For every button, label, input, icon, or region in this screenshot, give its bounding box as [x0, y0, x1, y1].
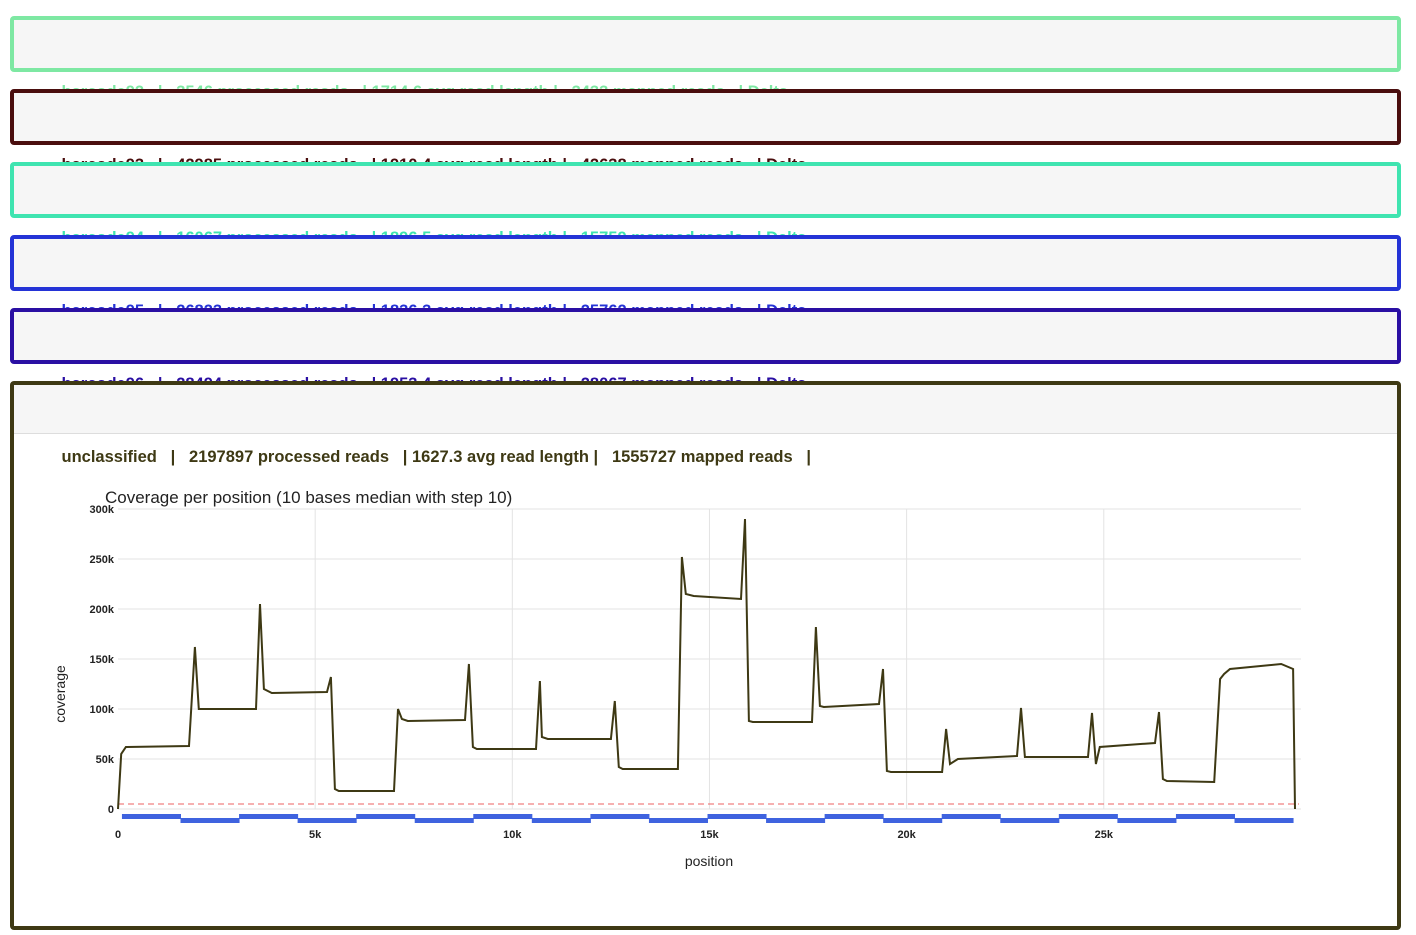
panel-header-text: barcode93 | 42985 processed reads | 1910… [34, 93, 807, 174]
x-tick-label: 0 [115, 829, 121, 841]
barcode-panel[interactable]: barcode94 | 16067 processed reads | 1896… [10, 162, 1401, 247]
y-axis-ticks: 0 50k 100k 150k 200k 250k 300k [90, 504, 115, 816]
barcode-panel[interactable]: barcode92 | 3546 processed reads | 1714.… [10, 16, 1401, 101]
amplicon-block[interactable] [297, 818, 357, 823]
x-axis-ticks: 0 5k 10k 15k 20k 25k [115, 829, 1114, 841]
coverage-chart-container: Coverage per position (10 bases median w… [14, 434, 1397, 929]
panel-header[interactable]: barcode93 | 42985 processed reads | 1910… [14, 93, 1397, 174]
amplicon-block[interactable] [414, 818, 474, 823]
panel-header-text: barcode96 | 28494 processed reads | 1953… [34, 312, 807, 393]
amplicon-block[interactable] [1117, 818, 1177, 823]
barcode-panel[interactable]: barcode95 | 26823 processed reads | 1836… [10, 235, 1401, 320]
amplicon-block[interactable] [1175, 814, 1236, 819]
barcode-panel[interactable]: barcode96 | 28494 processed reads | 1953… [10, 308, 1401, 393]
panel-header[interactable]: barcode95 | 26823 processed reads | 1836… [14, 239, 1397, 320]
coverage-chart[interactable]: Coverage per position (10 bases median w… [14, 434, 1397, 924]
amplicon-block[interactable] [648, 818, 708, 823]
coverage-line[interactable] [117, 518, 1296, 810]
amplicon-block[interactable] [1000, 818, 1060, 823]
amplicon-block[interactable] [239, 814, 299, 819]
unclassified-panel[interactable]: unclassified | 2197897 processed reads |… [10, 381, 1401, 930]
y-tick-label: 250k [90, 554, 115, 566]
panel-header[interactable]: unclassified | 2197897 processed reads |… [14, 385, 1397, 466]
panel-header-text: barcode94 | 16067 processed reads | 1896… [34, 166, 807, 247]
amplicon-block[interactable] [941, 814, 1001, 819]
y-tick-label: 50k [96, 754, 115, 766]
x-axis-label: position [685, 853, 733, 869]
amplicon-block[interactable] [473, 814, 533, 819]
y-tick-label: 0 [108, 804, 114, 816]
panel-header[interactable]: barcode96 | 28494 processed reads | 1953… [14, 312, 1397, 393]
amplicon-block[interactable] [707, 814, 767, 819]
y-axis-label: coverage [52, 665, 68, 723]
panel-header-text: unclassified | 2197897 processed reads |… [34, 385, 812, 466]
amplicon-block[interactable] [180, 818, 240, 823]
panel-header-text: barcode92 | 3546 processed reads | 1714.… [34, 20, 789, 101]
y-tick-label: 200k [90, 604, 115, 616]
panel-header-text: barcode95 | 26823 processed reads | 1836… [34, 239, 807, 320]
y-tick-label: 300k [90, 504, 115, 516]
amplicon-block[interactable] [883, 818, 943, 823]
x-tick-label: 15k [700, 829, 719, 841]
x-tick-label: 25k [1095, 829, 1114, 841]
panel-header[interactable]: barcode94 | 16067 processed reads | 1896… [14, 166, 1397, 247]
amplicon-block[interactable] [356, 814, 416, 819]
amplicon-block[interactable] [590, 814, 650, 819]
x-tick-label: 5k [309, 829, 322, 841]
x-tick-label: 10k [503, 829, 522, 841]
barcode-panel[interactable]: barcode93 | 42985 processed reads | 1910… [10, 89, 1401, 174]
panel-header[interactable]: barcode92 | 3546 processed reads | 1714.… [14, 20, 1397, 101]
chart-grid [118, 508, 1301, 810]
amplicon-block[interactable] [824, 814, 884, 819]
amplicon-block[interactable] [121, 814, 181, 819]
y-tick-label: 150k [90, 654, 115, 666]
amplicon-block[interactable] [766, 818, 826, 823]
amplicon-block[interactable] [531, 818, 591, 823]
y-tick-label: 100k [90, 704, 115, 716]
amplicon-block[interactable] [1234, 818, 1294, 823]
amplicon-track [121, 814, 1294, 823]
x-tick-label: 20k [897, 829, 916, 841]
amplicon-block[interactable] [1058, 814, 1118, 819]
chart-title: Coverage per position (10 bases median w… [105, 488, 512, 507]
